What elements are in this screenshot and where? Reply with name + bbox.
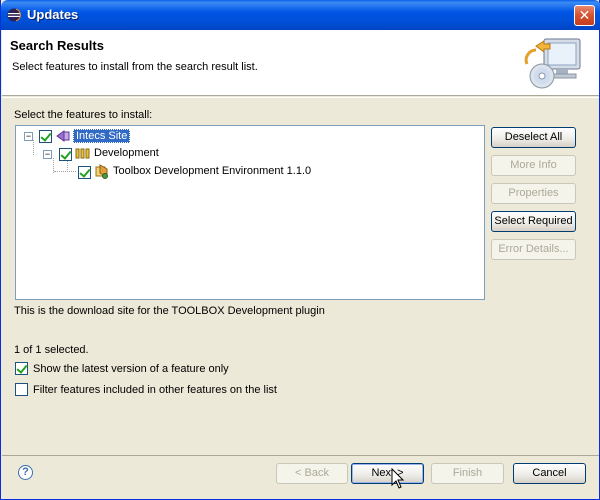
tree-node-development[interactable]: − Development	[16, 146, 484, 162]
tree-checkbox-toolbox-feature[interactable]	[78, 166, 91, 179]
finish-button[interactable]: Finish	[431, 463, 504, 484]
collapse-glyph: −	[25, 131, 32, 141]
monitor-cd-update-icon	[524, 38, 581, 89]
title-bar[interactable]: Updates ✕	[1, 0, 600, 30]
tree-node-intecs-site[interactable]: − Intecs Site	[16, 128, 484, 144]
back-button[interactable]: < Back	[276, 463, 348, 484]
eclipse-icon	[7, 8, 21, 22]
feature-icon	[95, 164, 108, 179]
wizard-header: Search Results Select features to instal…	[2, 30, 599, 96]
tree-node-label: Toolbox Development Environment 1.1.0	[113, 165, 312, 177]
filter-included-label[interactable]: Filter features included in other featur…	[33, 384, 277, 396]
selection-count: 1 of 1 selected.	[14, 344, 89, 356]
category-icon	[75, 148, 90, 159]
feature-tree[interactable]: − Intecs Site − Development Toolbox Deve…	[15, 125, 485, 300]
window-title: Updates	[27, 7, 79, 22]
help-icon: ?	[22, 466, 29, 478]
tree-node-toolbox-feature[interactable]: Toolbox Development Environment 1.1.0	[16, 164, 484, 180]
footer-separator	[2, 455, 599, 456]
collapse-icon[interactable]: −	[24, 132, 33, 141]
cancel-button[interactable]: Cancel	[513, 463, 586, 484]
page-title: Search Results	[10, 38, 104, 53]
latest-version-checkbox[interactable]	[15, 362, 28, 375]
mouse-cursor-icon	[391, 468, 405, 489]
header-separator	[2, 97, 599, 98]
more-info-button[interactable]: More Info	[491, 155, 576, 176]
tree-node-label: Development	[94, 147, 159, 159]
tree-node-label: Intecs Site	[73, 129, 131, 143]
collapse-glyph: −	[44, 149, 51, 159]
select-required-button[interactable]: Select Required	[491, 211, 576, 232]
site-icon	[56, 130, 70, 142]
filter-included-checkbox[interactable]	[15, 383, 28, 396]
deselect-all-button[interactable]: Deselect All	[491, 127, 576, 148]
tree-label: Select the features to install:	[14, 109, 153, 121]
tree-checkbox-development[interactable]	[59, 148, 72, 161]
next-button[interactable]: Next >	[351, 463, 424, 484]
properties-button[interactable]: Properties	[491, 183, 576, 204]
latest-version-label[interactable]: Show the latest version of a feature onl…	[33, 363, 229, 375]
tree-checkbox-intecs-site[interactable]	[39, 130, 52, 143]
updates-window: Updates ✕ Search Results Select features…	[0, 0, 600, 500]
help-button[interactable]: ?	[18, 465, 33, 480]
page-description: Select features to install from the sear…	[12, 61, 258, 73]
error-details-button[interactable]: Error Details...	[491, 239, 576, 260]
collapse-icon[interactable]: −	[43, 150, 52, 159]
feature-description: This is the download site for the TOOLBO…	[14, 305, 325, 317]
close-icon: ✕	[578, 7, 591, 23]
close-button[interactable]: ✕	[574, 5, 595, 26]
